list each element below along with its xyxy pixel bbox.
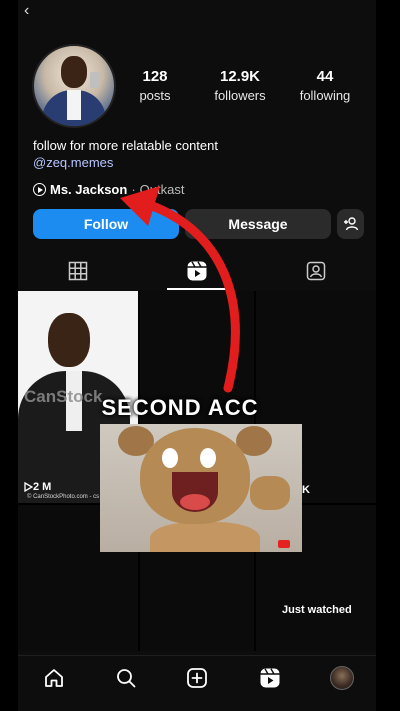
song-title: Ms. Jackson xyxy=(50,182,128,197)
profile-screen: ‹ 128 posts 12.9K followers 44 following… xyxy=(18,0,376,711)
meme-overlay-image xyxy=(100,424,302,552)
view-count: K xyxy=(302,484,310,496)
profile-music[interactable]: Ms. Jackson · Outkast xyxy=(33,182,184,197)
tab-tagged[interactable] xyxy=(256,252,375,290)
song-artist: Outkast xyxy=(139,182,185,197)
bio-handle-link[interactable]: @zeq.memes xyxy=(33,154,218,171)
following-count: 44 xyxy=(316,68,334,85)
following-label: following xyxy=(299,88,351,103)
play-count-icon xyxy=(24,482,33,492)
grid-icon xyxy=(68,261,87,281)
followers-stat[interactable]: 12.9K followers xyxy=(195,68,285,103)
profile-tabs xyxy=(18,252,376,290)
avatar[interactable] xyxy=(32,44,116,128)
home-icon xyxy=(45,669,63,687)
nav-profile[interactable] xyxy=(326,662,358,694)
tab-reels[interactable] xyxy=(137,252,256,290)
posts-stat[interactable]: 128 posts xyxy=(110,68,200,103)
posts-count: 128 xyxy=(142,68,168,85)
following-stat[interactable]: 44 following xyxy=(280,68,370,103)
photo-credit: © CanStockPhoto.com - cs xyxy=(27,494,100,500)
view-count: 2 M xyxy=(24,481,51,493)
top-bar: ‹ xyxy=(18,0,376,22)
follow-button[interactable]: Follow xyxy=(33,209,179,239)
overlay-caption: SECOND ACC xyxy=(101,395,259,420)
reels-icon xyxy=(260,668,280,688)
tab-posts[interactable] xyxy=(18,252,137,290)
posts-label: posts xyxy=(139,88,171,103)
view-count-value: 2 M xyxy=(33,481,52,493)
bottom-nav xyxy=(18,655,376,700)
tagged-icon xyxy=(306,261,325,281)
music-separator: · xyxy=(131,182,136,197)
nav-create[interactable] xyxy=(181,662,213,694)
play-icon xyxy=(33,183,46,196)
followers-label: followers xyxy=(214,88,266,103)
nav-home[interactable] xyxy=(38,662,70,694)
profile-avatar xyxy=(330,666,354,690)
add-user-icon xyxy=(343,217,358,231)
reels-icon xyxy=(187,261,206,281)
message-button[interactable]: Message xyxy=(185,209,331,239)
back-icon[interactable]: ‹ xyxy=(24,2,29,20)
followers-count: 12.9K xyxy=(219,68,261,85)
nav-search[interactable] xyxy=(110,662,142,694)
bio-text: follow for more relatable content xyxy=(33,138,218,153)
nav-reels[interactable] xyxy=(254,662,286,694)
bio: follow for more relatable content @zeq.m… xyxy=(33,137,218,171)
search-icon xyxy=(117,669,136,688)
add-user-button[interactable] xyxy=(337,209,364,239)
just-watched-label: Just watched xyxy=(282,604,352,616)
create-icon xyxy=(187,668,207,688)
record-indicator xyxy=(278,540,290,548)
